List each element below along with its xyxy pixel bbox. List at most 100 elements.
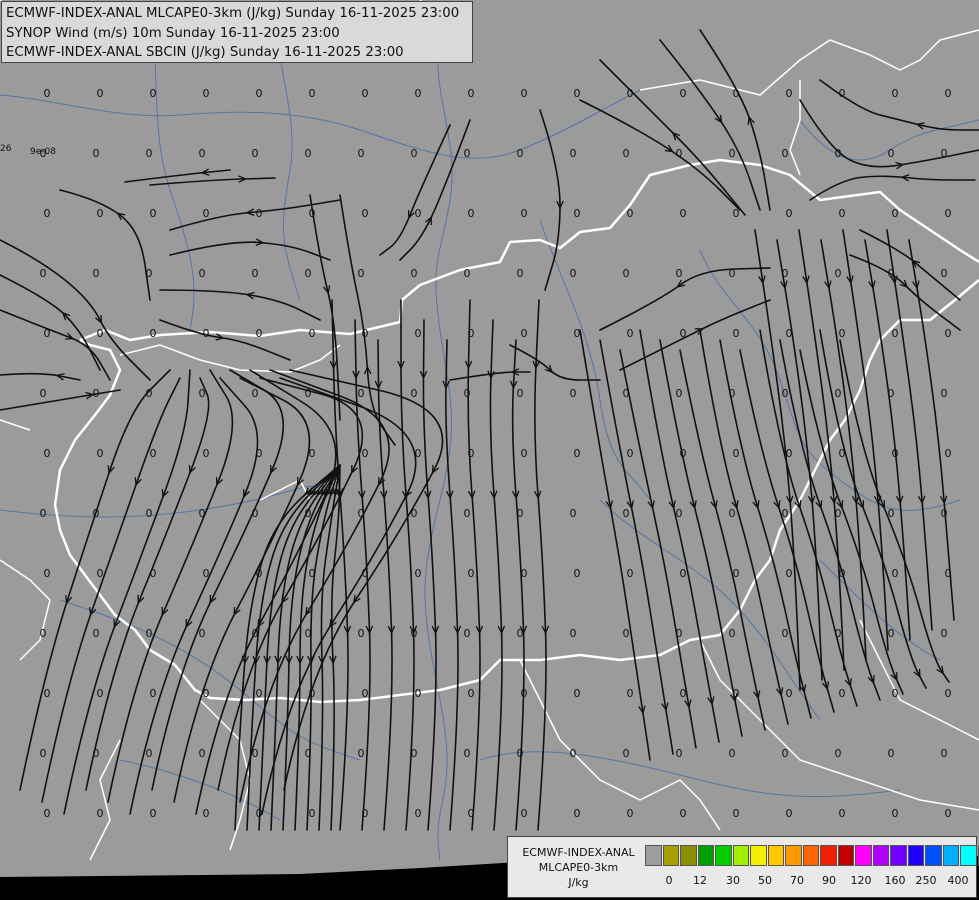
legend-swatch [925,845,942,866]
value-label: 0 [839,207,846,220]
value-label: 0 [199,387,206,400]
value-label: 0 [93,507,100,520]
value-label: 0 [256,207,263,220]
value-label: 0 [97,447,104,460]
value-label: 0 [150,687,157,700]
value-label: 0 [945,87,952,100]
value-label: 0 [627,447,634,460]
value-label: 0 [93,747,100,760]
value-label: 0 [203,87,210,100]
value-label: 0 [676,747,683,760]
value-label: 0 [627,327,634,340]
value-label: 0 [358,387,365,400]
value-label: 0 [44,447,51,460]
value-label-small: 26 [0,144,12,154]
value-label: 0 [309,447,316,460]
value-label: 0 [411,387,418,400]
value-label: 0 [256,87,263,100]
value-label: 0 [839,87,846,100]
legend-tick-label: 30 [726,874,740,887]
value-label: 0 [468,807,475,820]
value-label: 0 [623,267,630,280]
value-label: 0 [729,387,736,400]
value-label: 0 [256,807,263,820]
value-label: 0 [892,327,899,340]
value-label: 0 [627,87,634,100]
value-label: 0 [97,327,104,340]
value-label: 0 [782,267,789,280]
value-label: 0 [574,327,581,340]
value-label: 0 [415,567,422,580]
value-label: 0 [468,447,475,460]
value-label: 0 [941,147,948,160]
value-label: 0 [40,387,47,400]
value-label: 0 [680,87,687,100]
value-label: 0 [676,627,683,640]
legend-swatch [802,845,819,866]
value-label: 0 [782,507,789,520]
value-label: 0 [93,627,100,640]
value-label: 0 [786,687,793,700]
value-label: 0 [93,387,100,400]
value-label: 0 [146,507,153,520]
value-label: 0 [892,567,899,580]
value-label: 0 [97,687,104,700]
value-label: 0 [574,87,581,100]
value-label: 0 [468,327,475,340]
value-label: 0 [464,387,471,400]
value-label: 0 [358,507,365,520]
value-label: 0 [44,807,51,820]
value-label: 0 [305,627,312,640]
value-label: 0 [305,147,312,160]
value-label: 0 [203,567,210,580]
value-label: 0 [892,687,899,700]
value-label: 0 [97,567,104,580]
value-label: 0 [680,327,687,340]
value-label: 0 [358,147,365,160]
legend-tick-label: 50 [758,874,772,887]
value-label: 0 [729,147,736,160]
value-label: 0 [941,267,948,280]
value-label: 0 [199,267,206,280]
value-label: 0 [782,387,789,400]
value-label: 0 [729,627,736,640]
value-label: 0 [892,447,899,460]
value-label: 0 [468,87,475,100]
value-label: 0 [521,447,528,460]
value-label: 0 [570,387,577,400]
value-label: 0 [415,447,422,460]
value-label: 0 [415,327,422,340]
value-label: 0 [203,327,210,340]
legend-tick-label: 250 [915,874,937,887]
value-label: 0 [570,507,577,520]
value-label: 0 [146,387,153,400]
value-label: 0 [574,447,581,460]
value-label: 0 [358,627,365,640]
value-label: 0 [203,807,210,820]
value-label: 0 [839,327,846,340]
value-label: 0 [729,507,736,520]
value-label: 0 [786,567,793,580]
value-label: 0 [941,387,948,400]
legend-tick-label: 90 [822,874,836,887]
value-label: 0 [362,87,369,100]
value-label: 0 [203,207,210,220]
value-label: 0 [835,387,842,400]
legend-swatch [662,845,679,866]
value-label: 0 [146,747,153,760]
value-label: 0 [199,627,206,640]
value-label: 0 [199,147,206,160]
value-label: 0 [680,447,687,460]
value-label: 0 [888,747,895,760]
value-label: 0 [729,747,736,760]
legend-swatch [732,845,749,866]
value-label: 0 [623,627,630,640]
value-label: 0 [199,507,206,520]
value-label: 0 [252,747,259,760]
value-label: 0 [786,87,793,100]
value-label: 0 [464,267,471,280]
value-label: 0 [309,687,316,700]
value-label: 0 [44,87,51,100]
value-label: 0 [44,207,51,220]
value-label: 0 [411,267,418,280]
